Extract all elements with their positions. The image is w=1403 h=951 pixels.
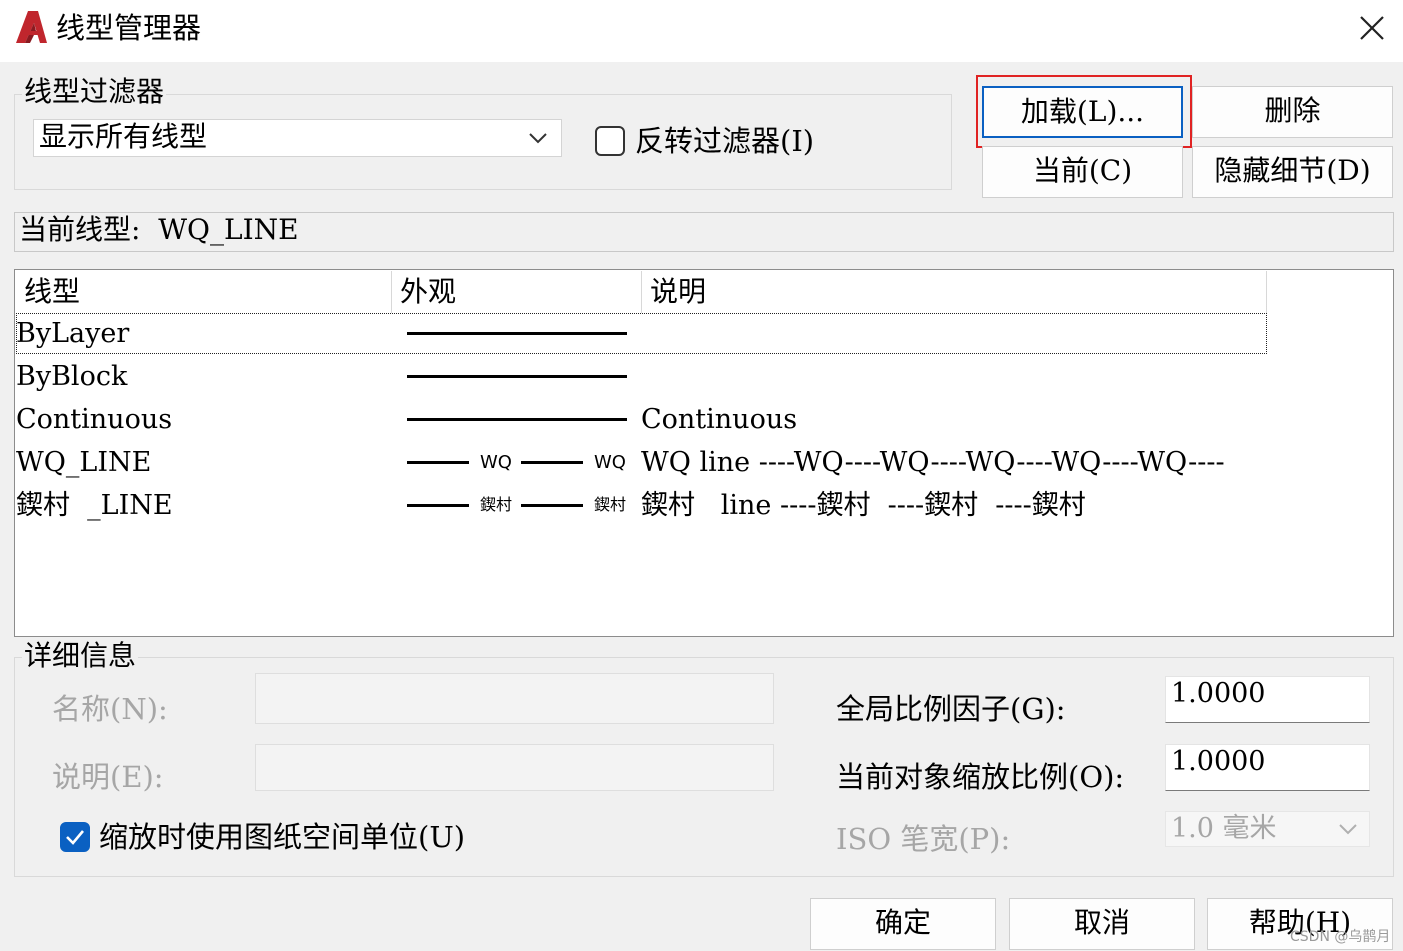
linetype-preview-text: WQ — [480, 452, 512, 473]
watermark: CSDN @乌鹊月 — [1290, 929, 1391, 945]
linetype-preview — [407, 375, 627, 378]
linetype-name[interactable]: WQ_LINE — [16, 443, 151, 483]
column-header-description[interactable]: 说明 — [642, 271, 1267, 313]
object-scale-label: 当前对象缩放比例(O): — [836, 760, 1125, 794]
invert-filter-checkbox[interactable] — [595, 126, 625, 156]
delete-button[interactable]: 删除 — [1192, 86, 1393, 138]
details-group-label: 详细信息 — [22, 639, 139, 672]
load-button[interactable]: 加载(L)... — [982, 86, 1183, 138]
linetype-preview — [407, 461, 469, 464]
window-title: 线型管理器 — [56, 11, 202, 45]
global-scale-field[interactable]: 1.0000 — [1165, 676, 1370, 723]
column-header-appearance[interactable]: 外观 — [392, 271, 642, 313]
current-linetype-label: 当前线型: WQ_LINE — [14, 212, 1394, 252]
linetype-preview-text: WQ — [594, 452, 626, 473]
name-field — [255, 673, 774, 724]
column-header-linetype[interactable]: 线型 — [16, 271, 392, 313]
linetype-list[interactable]: 线型 外观 说明 ByLayer ByBlock Continuous Cont… — [14, 269, 1394, 637]
linetype-preview — [521, 461, 583, 464]
linetype-preview-text: 鍥村 — [480, 495, 513, 514]
linetype-name[interactable]: Continuous — [16, 400, 172, 440]
invert-filter-label[interactable]: 反转过滤器(I) — [635, 124, 814, 158]
iso-pen-width-select: 1.0 毫米 — [1165, 811, 1370, 847]
linetype-preview — [521, 504, 583, 507]
table-row[interactable] — [16, 313, 1267, 354]
ok-button[interactable]: 确定 — [810, 898, 996, 950]
name-label: 名称(N): — [52, 692, 168, 726]
autocad-app-icon — [16, 11, 47, 43]
paper-space-units-checkbox[interactable] — [60, 822, 90, 852]
linetype-description: 鍥村 line ----鍥村 ----鍥村 ----鍥村 — [641, 490, 1086, 521]
global-scale-label: 全局比例因子(G): — [836, 692, 1066, 726]
linetype-preview — [407, 418, 627, 421]
linetype-name[interactable]: 鍥村 _LINE — [16, 486, 173, 526]
cancel-button[interactable]: 取消 — [1009, 898, 1195, 950]
set-current-button[interactable]: 当前(C) — [982, 146, 1183, 198]
linetype-name: ByLayer — [16, 318, 130, 349]
linetype-description: Continuous — [641, 404, 798, 435]
iso-pen-width-value: 1.0 毫米 — [1171, 813, 1277, 844]
close-icon[interactable] — [1352, 8, 1392, 48]
linetype-preview-text: 鍥村 — [594, 495, 627, 514]
checkmark-icon — [66, 830, 84, 845]
linetype-preview — [407, 332, 627, 335]
object-scale-field[interactable]: 1.0000 — [1165, 744, 1370, 791]
paper-space-units-label[interactable]: 缩放时使用图纸空间单位(U) — [99, 820, 465, 854]
chevron-down-icon — [1339, 824, 1357, 835]
filter-select[interactable]: 显示所有线型 — [33, 119, 562, 157]
description-field — [255, 744, 774, 791]
linetype-preview — [407, 504, 469, 507]
chevron-down-icon — [529, 133, 547, 144]
filter-select-value: 显示所有线型 — [39, 120, 208, 153]
linetype-description: WQ line ----WQ----WQ----WQ----WQ----WQ--… — [641, 447, 1225, 478]
description-label: 说明(E): — [52, 760, 164, 794]
iso-pen-width-label: ISO 笔宽(P): — [836, 822, 1011, 856]
linetype-name[interactable]: ByBlock — [16, 357, 127, 397]
hide-details-button[interactable]: 隐藏细节(D) — [1192, 146, 1393, 198]
title-bar: 线型管理器 — [0, 0, 1403, 62]
filter-group-label: 线型过滤器 — [22, 75, 167, 108]
